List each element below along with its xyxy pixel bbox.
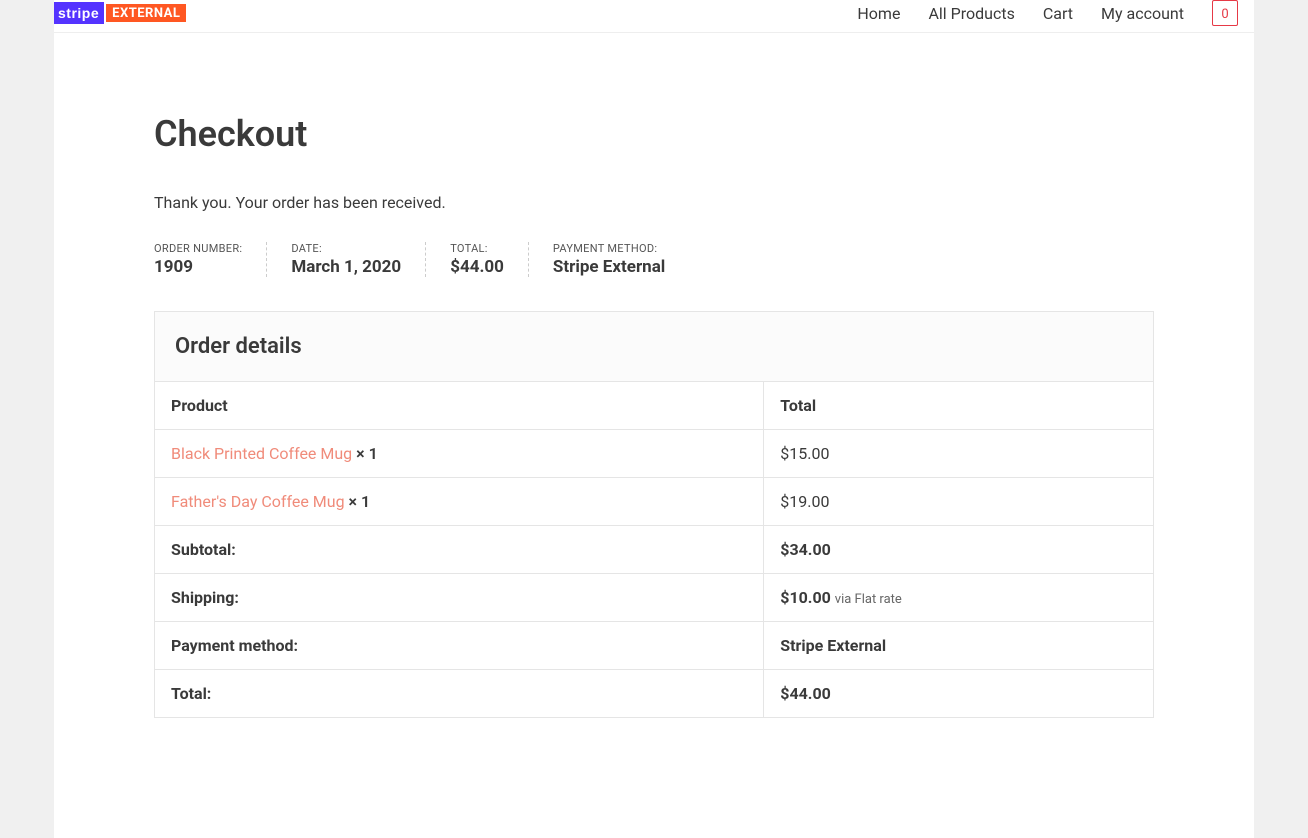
product-total: $15.00 — [764, 430, 1153, 478]
table-row: Black Printed Coffee Mug × 1 $15.00 — [155, 430, 1153, 478]
meta-total: TOTAL: $44.00 — [450, 242, 529, 277]
nav-my-account[interactable]: My account — [1101, 4, 1184, 23]
meta-payment-method: PAYMENT METHOD: Stripe External — [553, 242, 665, 277]
order-details-heading: Order details — [155, 312, 1153, 382]
meta-value: $44.00 — [450, 257, 504, 277]
meta-label: ORDER NUMBER: — [154, 242, 242, 255]
product-link[interactable]: Father's Day Coffee Mug — [171, 492, 345, 511]
meta-order-number: ORDER NUMBER: 1909 — [154, 242, 267, 277]
col-header-total: Total — [764, 382, 1153, 430]
meta-date: DATE: March 1, 2020 — [291, 242, 426, 277]
shipping-label: Shipping: — [155, 574, 764, 622]
nav-home[interactable]: Home — [857, 4, 900, 23]
site-header: stripe EXTERNAL Home All Products Cart M… — [54, 0, 1254, 33]
product-qty: × 1 — [349, 492, 371, 511]
page-title: Checkout — [154, 113, 1154, 155]
total-label: Total: — [155, 670, 764, 718]
subtotal-value: $34.00 — [764, 526, 1153, 574]
thankyou-message: Thank you. Your order has been received. — [154, 193, 1154, 212]
shipping-note: via Flat rate — [835, 592, 902, 607]
page-wrapper: stripe EXTERNAL Home All Products Cart M… — [54, 0, 1254, 838]
order-details-table: Product Total Black Printed Coffee Mug ×… — [155, 382, 1153, 717]
meta-label: PAYMENT METHOD: — [553, 242, 665, 255]
payment-label: Payment method: — [155, 622, 764, 670]
shipping-value-cell: $10.00 via Flat rate — [764, 574, 1153, 622]
table-row-total: Total: $44.00 — [155, 670, 1153, 718]
nav-all-products[interactable]: All Products — [928, 4, 1014, 23]
meta-value: 1909 — [154, 257, 242, 277]
subtotal-label: Subtotal: — [155, 526, 764, 574]
table-row-shipping: Shipping: $10.00 via Flat rate — [155, 574, 1153, 622]
table-row-payment: Payment method: Stripe External — [155, 622, 1153, 670]
product-qty: × 1 — [356, 444, 378, 463]
product-link[interactable]: Black Printed Coffee Mug — [171, 444, 352, 463]
total-value: $44.00 — [764, 670, 1153, 718]
main-nav: Home All Products Cart My account 0 — [857, 0, 1254, 26]
nav-cart[interactable]: Cart — [1043, 4, 1073, 23]
logo-part-external: EXTERNAL — [104, 2, 188, 24]
cart-count-badge[interactable]: 0 — [1212, 0, 1238, 26]
payment-value: Stripe External — [764, 622, 1153, 670]
main-content: Checkout Thank you. Your order has been … — [54, 33, 1254, 838]
table-row-subtotal: Subtotal: $34.00 — [155, 526, 1153, 574]
site-logo[interactable]: stripe EXTERNAL — [54, 2, 188, 24]
order-details-box: Order details Product Total Black Printe… — [154, 311, 1154, 718]
meta-value: Stripe External — [553, 257, 665, 277]
order-meta-row: ORDER NUMBER: 1909 DATE: March 1, 2020 T… — [154, 242, 1154, 277]
product-cell: Father's Day Coffee Mug × 1 — [155, 478, 764, 526]
table-header-row: Product Total — [155, 382, 1153, 430]
shipping-cost: $10.00 — [780, 588, 831, 607]
table-row: Father's Day Coffee Mug × 1 $19.00 — [155, 478, 1153, 526]
product-cell: Black Printed Coffee Mug × 1 — [155, 430, 764, 478]
logo-part-stripe: stripe — [54, 2, 105, 24]
col-header-product: Product — [155, 382, 764, 430]
meta-label: DATE: — [291, 242, 401, 255]
meta-label: TOTAL: — [450, 242, 504, 255]
meta-value: March 1, 2020 — [291, 257, 401, 277]
product-total: $19.00 — [764, 478, 1153, 526]
